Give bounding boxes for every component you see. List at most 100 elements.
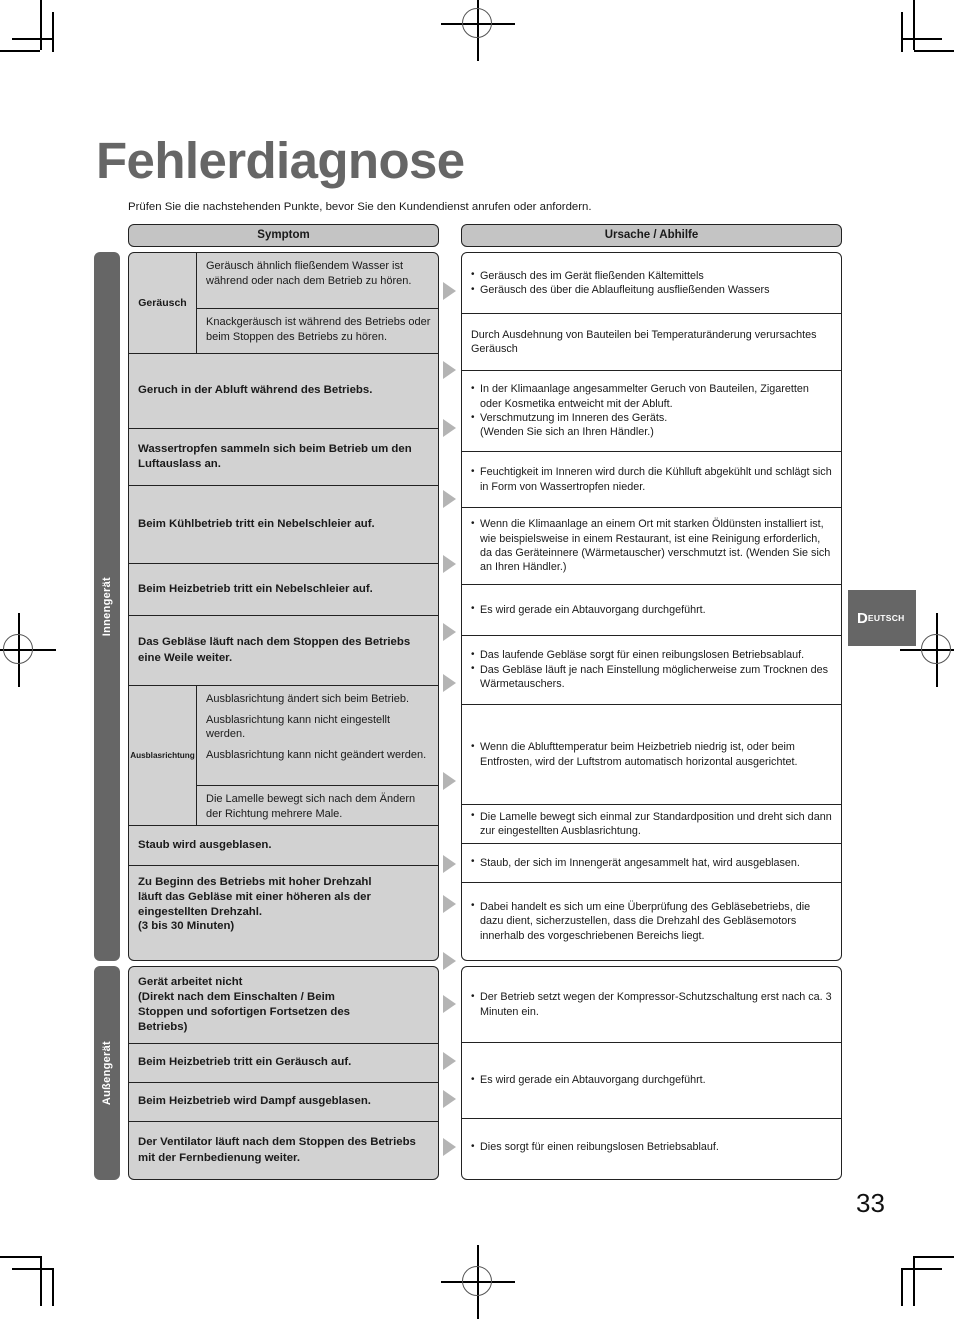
symptom-column-outdoor: Gerät arbeitet nicht (Direkt nach dem Ei…: [128, 966, 439, 1180]
symptom-row-noise-2: Knackgeräusch ist während des Betriebs o…: [197, 309, 438, 353]
crop-mark-bottom-left-v2: [52, 1268, 54, 1306]
symptom-text-multiline: Gerät arbeitet nicht (Direkt nach dem Ei…: [129, 969, 357, 1040]
symptom-text: Geräusch ähnlich fließendem Wasser ist w…: [206, 260, 412, 287]
crop-mark-bottom-left-h1: [0, 1256, 40, 1258]
symptom-group-airflow: Ausblasrichtung Ausblasrichtung ändert s…: [129, 686, 438, 826]
arrow-icon: [443, 361, 456, 379]
cause-cell: Wenn die Ablufttemperatur beim Heizbetri…: [462, 705, 841, 805]
arrow-icon: [443, 895, 456, 913]
crop-mark-top-left-h1: [0, 50, 40, 52]
symptom-row-heating-noise: Beim Heizbetrieb tritt ein Geräusch auf.: [129, 1044, 438, 1083]
symptom-row-heating-steam: Beim Heizbetrieb wird Dampf ausgeblasen.: [129, 1083, 438, 1122]
cause-line: Der Betrieb setzt wegen der Kompressor-S…: [471, 990, 833, 1019]
cause-cell: Wenn die Klimaanlage an einem Ort mit st…: [462, 508, 841, 585]
symptom-text-line: Gerät arbeitet nicht: [138, 976, 243, 989]
symptom-row-high-speed-start: Zu Beginn des Betriebs mit hoher Drehzah…: [129, 866, 438, 943]
column-header-symptom: Symptom: [128, 224, 439, 247]
symptom-text-line: (3 bis 30 Minuten): [138, 920, 235, 933]
cause-cell: In der Klimaanlage angesammelter Geruch …: [462, 371, 841, 452]
side-tab-indoor-label: Innengerät: [101, 576, 113, 637]
language-thumb-tab: D EUTSCH: [848, 590, 916, 646]
cause-cell: Es wird gerade ein Abtauvorgang durchgef…: [462, 585, 841, 636]
cause-cell: Es wird gerade ein Abtauvorgang durchgef…: [462, 1043, 841, 1119]
side-tab-outdoor-unit: Außengerät: [94, 966, 120, 1180]
symptom-row-heating-mist: Beim Heizbetrieb tritt ein Nebelschleier…: [129, 564, 438, 616]
registration-mark-top: [441, 0, 515, 61]
symptom-text: Wassertropfen sammeln sich beim Betrieb …: [138, 442, 412, 470]
crop-mark-bottom-right-h1: [914, 1256, 954, 1258]
symptom-group-noise: Geräusch Geräusch ähnlich fließendem Was…: [129, 253, 438, 354]
language-tab-initial: D: [857, 609, 868, 627]
symptom-group-label-airflow: Ausblasrichtung: [129, 686, 197, 825]
side-tab-indoor-unit: Innengerät: [94, 252, 120, 961]
symptom-text: Beim Heizbetrieb wird Dampf ausgeblasen.: [138, 1095, 371, 1108]
cause-line: Geräusch des im Gerät fließenden Kältemi…: [471, 268, 833, 283]
crop-mark-bottom-right-h2: [902, 1268, 942, 1270]
arrow-icon: [443, 674, 456, 692]
cause-cell: Dabei handelt es sich um eine Überprüfun…: [462, 883, 841, 960]
symptom-text: Ausblasrichtung ändert sich beim Betrieb…: [206, 693, 409, 705]
crop-mark-top-right-h1: [914, 50, 954, 52]
symptom-text: Ausblasrichtung kann nicht eingestellt w…: [206, 713, 391, 741]
side-tab-outdoor-label: Außengerät: [101, 1040, 113, 1106]
symptom-row-dust: Staub wird ausgeblasen.: [129, 826, 438, 866]
crop-mark-top-left-v1: [40, 0, 42, 50]
symptom-row-water-drops: Wassertropfen sammeln sich beim Betrieb …: [129, 429, 438, 486]
symptom-text-line: Betriebs): [138, 1020, 188, 1033]
symptom-row-noise-1: Geräusch ähnlich fließendem Wasser ist w…: [197, 253, 438, 309]
page-title: Fehlerdiagnose: [96, 132, 465, 190]
cause-line: Feuchtigkeit im Inneren wird durch die K…: [471, 465, 833, 494]
troubleshooting-table: Symptom Ursache / Abhilfe Innengerät Ger…: [94, 224, 842, 1180]
symptom-text: Geruch in der Abluft während des Betrieb…: [138, 384, 373, 397]
language-tab-rest: EUTSCH: [867, 613, 905, 623]
crop-mark-bottom-left-h2: [12, 1268, 52, 1270]
symptom-text: Beim Heizbetrieb tritt ein Nebelschleier…: [138, 582, 373, 595]
cause-line: Dies sorgt für einen reibungslosen Betri…: [471, 1140, 833, 1154]
symptom-text-line: (Direkt nach dem Einschalten / Beim: [138, 991, 335, 1004]
symptom-text-line: eingestellten Drehzahl.: [138, 905, 263, 918]
arrow-icon: [443, 555, 456, 573]
symptom-row-cooling-mist: Beim Kühlbetrieb tritt ein Nebelschleier…: [129, 486, 438, 564]
cause-column-indoor: Geräusch des im Gerät fließenden Kältemi…: [461, 252, 842, 961]
cause-cell: Durch Ausdehnung von Bauteilen bei Tempe…: [462, 314, 841, 371]
cause-cell: Feuchtigkeit im Inneren wird durch die K…: [462, 452, 841, 508]
cause-line: Verschmutzung im Inneren des Geräts.: [471, 410, 833, 425]
section-indoor-unit: Innengerät Geräusch Geräusch ähnlich fli…: [94, 252, 842, 970]
arrow-icon: [443, 1052, 456, 1070]
crop-mark-top-right-h2: [902, 38, 942, 40]
cause-cell: Geräusch des im Gerät fließenden Kältemi…: [462, 253, 841, 314]
symptom-row-airflow-louver: Die Lamelle bewegt sich nach dem Ändern …: [197, 786, 438, 825]
cause-cell: Das laufende Gebläse sorgt für einen rei…: [462, 636, 841, 705]
crop-mark-top-left-h2: [12, 38, 52, 40]
page-number: 33: [856, 1188, 885, 1218]
crop-mark-top-right-v2: [901, 12, 903, 52]
crop-mark-bottom-left-v1: [40, 1256, 42, 1306]
cause-line: (Wenden Sie sich an Ihren Händler.): [480, 426, 654, 439]
cause-line: Dabei handelt es sich um eine Überprüfun…: [471, 899, 833, 943]
symptom-text-line: Stoppen und sofortigen Fortsetzen des: [138, 1006, 350, 1018]
arrow-icon: [443, 419, 456, 437]
symptom-text: Knackgeräusch ist während des Betriebs o…: [206, 316, 431, 343]
crop-mark-top-left-v2: [52, 12, 54, 52]
symptom-row-fan-continues: Der Ventilator läuft nach dem Stoppen de…: [129, 1122, 438, 1179]
arrow-icon: [443, 1090, 456, 1108]
arrow-icon: [443, 623, 456, 641]
symptom-text: Das Gebläse läuft nach dem Stoppen des B…: [138, 636, 411, 664]
column-header-cause: Ursache / Abhilfe: [461, 224, 842, 247]
symptom-text: Beim Heizbetrieb tritt ein Geräusch auf.: [138, 1056, 352, 1069]
table-header-row: Symptom Ursache / Abhilfe: [94, 224, 842, 247]
crop-mark-top-right-v1: [913, 0, 915, 50]
cause-line: Wenn die Klimaanlage an einem Ort mit st…: [471, 517, 833, 575]
cause-cell: Der Betrieb setzt wegen der Kompressor-S…: [462, 967, 841, 1043]
cause-cell: Staub, der sich im Innengerät angesammel…: [462, 844, 841, 883]
arrow-gutter-outdoor: [439, 966, 461, 1180]
arrow-icon: [443, 1138, 456, 1156]
symptom-text: Staub wird ausgeblasen.: [138, 838, 272, 851]
cause-line: In der Klimaanlage angesammelter Geruch …: [471, 382, 833, 411]
symptom-text-multiline: Zu Beginn des Betriebs mit hoher Drehzah…: [129, 869, 379, 940]
symptom-group-label-noise: Geräusch: [129, 253, 197, 353]
symptom-row-smell: Geruch in der Abluft während des Betrieb…: [129, 354, 438, 429]
arrow-icon: [443, 995, 456, 1013]
symptom-text-line: läuft das Gebläse mit einer höheren als …: [138, 890, 371, 903]
symptom-text: Beim Kühlbetrieb tritt ein Nebelschleier…: [138, 517, 375, 530]
